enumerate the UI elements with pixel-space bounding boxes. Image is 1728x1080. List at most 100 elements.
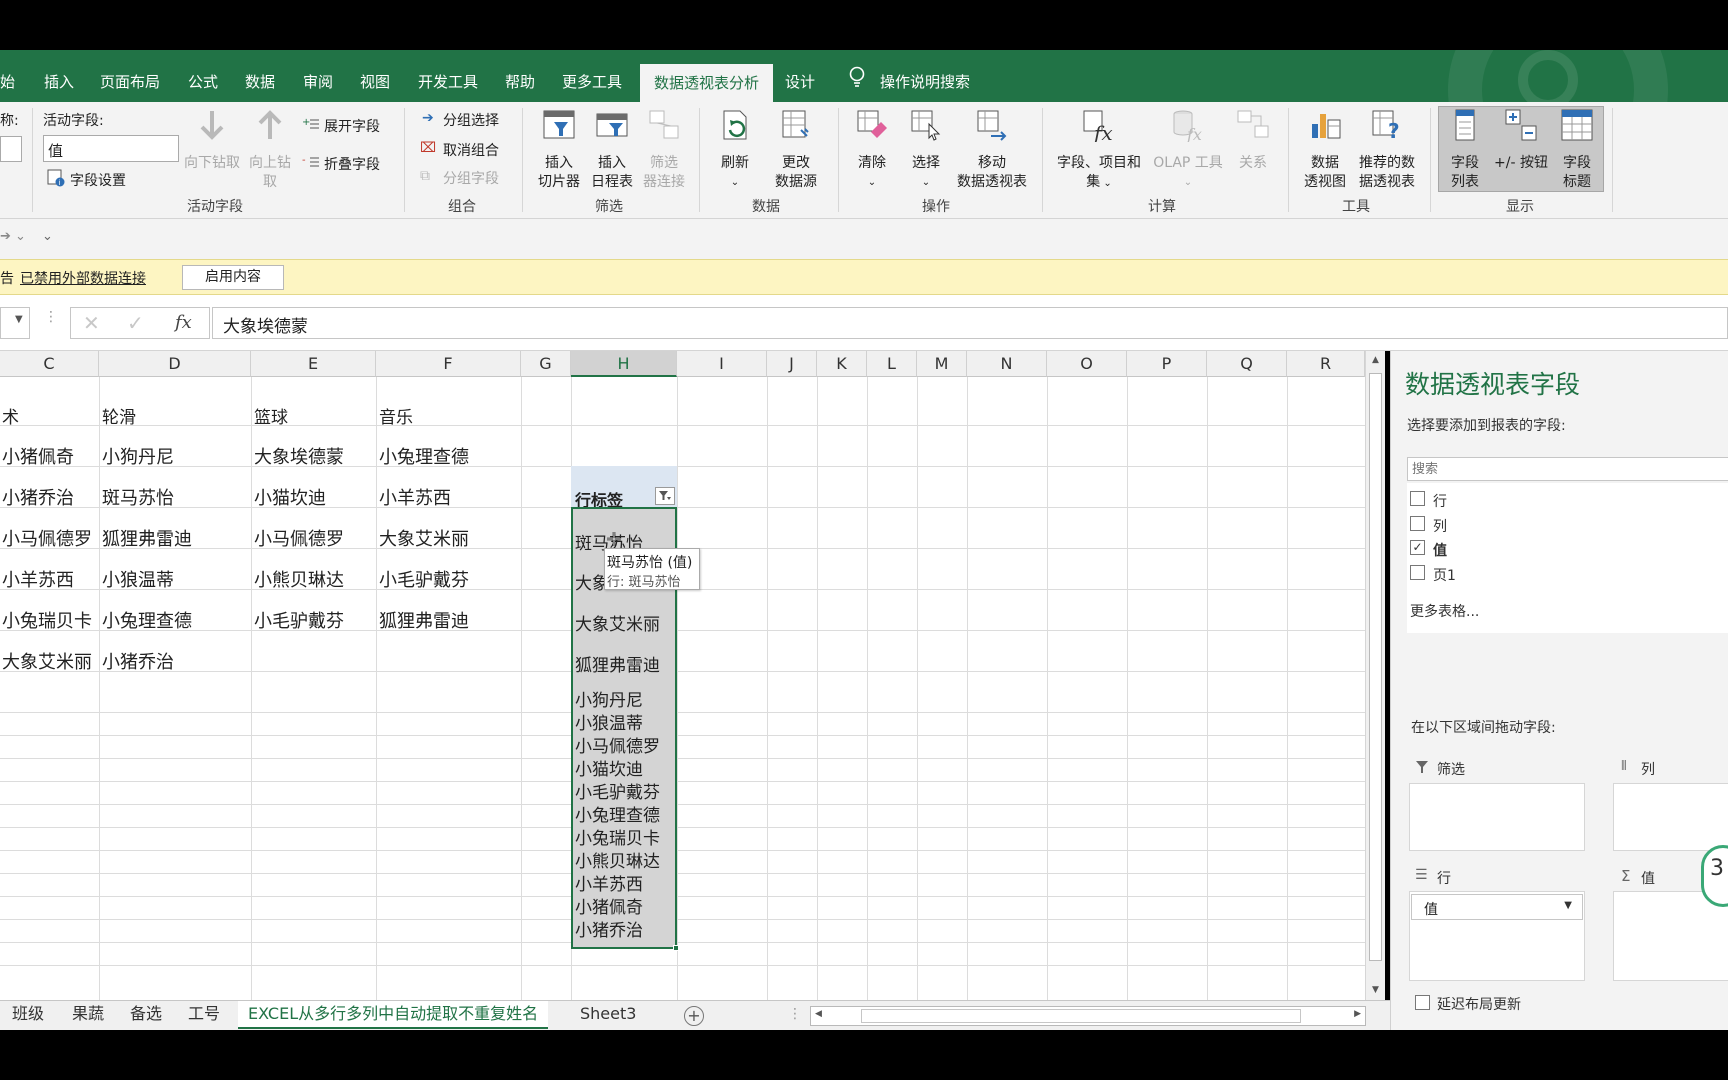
column-header-k[interactable]: K bbox=[817, 351, 867, 377]
tab-pivot-analyze[interactable]: 数据透视表分析 bbox=[640, 64, 774, 102]
table-cell[interactable]: 大象埃德蒙 bbox=[254, 443, 344, 469]
pivot-item[interactable]: 小马佩德罗 bbox=[575, 732, 660, 757]
table-cell[interactable]: 小毛驴戴芬 bbox=[254, 607, 344, 633]
table-cell[interactable]: 小猪乔治 bbox=[2, 484, 74, 510]
table-header-cell[interactable]: 篮球 bbox=[254, 403, 288, 428]
column-header-j[interactable]: J bbox=[767, 351, 817, 377]
field-checkbox-page1[interactable] bbox=[1410, 565, 1425, 580]
field-list-button[interactable]: 字段 列表 bbox=[1440, 108, 1490, 192]
external-data-disabled-link[interactable]: 已禁用外部数据连接 bbox=[20, 268, 146, 288]
enter-icon[interactable]: ✓ bbox=[127, 311, 144, 335]
select-button[interactable]: 选择 ⌄ bbox=[900, 108, 952, 192]
sheet-tab[interactable]: 班级 bbox=[12, 1001, 44, 1029]
tab-more-tools[interactable]: 更多工具 bbox=[562, 50, 622, 102]
table-cell[interactable]: 小狗丹尼 bbox=[102, 443, 174, 469]
pivot-item[interactable]: 大象艾米丽 bbox=[575, 610, 660, 635]
pivot-name-input[interactable] bbox=[0, 136, 22, 162]
name-box-dropdown-icon[interactable]: ▼ bbox=[15, 314, 23, 325]
expand-field-button[interactable]: 展开字段 bbox=[324, 116, 380, 136]
column-header-r[interactable]: R bbox=[1287, 351, 1365, 377]
table-cell[interactable]: 小毛驴戴芬 bbox=[379, 566, 469, 592]
table-cell[interactable]: 大象艾米丽 bbox=[2, 648, 92, 674]
tab-data[interactable]: 数据 bbox=[245, 50, 275, 102]
cancel-icon[interactable]: ✕ bbox=[83, 311, 100, 335]
group-selection-button[interactable]: 分组选择 bbox=[443, 110, 499, 130]
table-cell[interactable]: 小猫坎迪 bbox=[254, 484, 326, 510]
values-area[interactable] bbox=[1613, 891, 1728, 981]
fields-items-sets-button[interactable]: fx 字段、项目和 集 ⌄ bbox=[1050, 108, 1148, 193]
scroll-left-icon[interactable]: ◀ bbox=[815, 1009, 822, 1019]
column-header-f[interactable]: F bbox=[376, 351, 521, 377]
pivot-item[interactable]: 小猪乔治 bbox=[575, 916, 643, 941]
field-search-input[interactable] bbox=[1407, 457, 1728, 481]
table-header-cell[interactable]: 术 bbox=[2, 403, 19, 428]
column-header-h[interactable]: H bbox=[571, 351, 677, 377]
tab-help[interactable]: 帮助 bbox=[505, 50, 535, 102]
pivot-item[interactable]: 小狗丹尼 bbox=[575, 686, 643, 711]
column-header-n[interactable]: N bbox=[967, 351, 1047, 377]
column-header-m[interactable]: M bbox=[917, 351, 967, 377]
olap-tools-button[interactable]: fx OLAP 工具 ⌄ bbox=[1148, 108, 1228, 192]
columns-area[interactable] bbox=[1613, 783, 1728, 851]
redo-icon[interactable]: ➔ ⌄ bbox=[0, 229, 26, 244]
column-header-l[interactable]: L bbox=[867, 351, 917, 377]
pivot-chart-button[interactable]: 数据 透视图 bbox=[1296, 108, 1354, 192]
spreadsheet-grid[interactable]: C D E F G H I J K L M N O P Q R 术 轮滑 篮球 … bbox=[0, 351, 1365, 1003]
pivot-item[interactable]: 小兔理查德 bbox=[575, 801, 660, 826]
tab-view[interactable]: 视图 bbox=[360, 50, 390, 102]
sheet-tab-active[interactable]: EXCEL从多行多列中自动提取不重复姓名 bbox=[238, 1001, 549, 1029]
column-header-p[interactable]: P bbox=[1127, 351, 1207, 377]
more-tables-link[interactable]: 更多表格... bbox=[1410, 601, 1479, 621]
sheet-tab[interactable]: Sheet3 bbox=[580, 1001, 636, 1029]
sheet-tab[interactable]: 工号 bbox=[188, 1001, 220, 1029]
defer-update-checkbox[interactable] bbox=[1415, 995, 1430, 1010]
table-cell[interactable]: 斑马苏怡 bbox=[102, 484, 174, 510]
vertical-scrollbar[interactable]: ▲ ▼ bbox=[1365, 351, 1385, 1003]
tab-home[interactable]: 始 bbox=[0, 50, 15, 102]
column-header-i[interactable]: I bbox=[677, 351, 767, 377]
name-box[interactable]: ▼ bbox=[0, 307, 30, 339]
insert-slicer-button[interactable]: 插入 切片器 bbox=[532, 108, 586, 192]
active-field-input[interactable]: 值 bbox=[43, 135, 179, 162]
ungroup-button[interactable]: 取消组合 bbox=[443, 140, 499, 160]
insert-function-icon[interactable]: fx bbox=[175, 312, 192, 333]
group-field-button[interactable]: 分组字段 bbox=[443, 168, 499, 188]
table-cell[interactable]: 小马佩德罗 bbox=[2, 525, 92, 551]
relationships-button[interactable]: 关系 bbox=[1228, 108, 1278, 173]
sheet-tab[interactable]: 果蔬 bbox=[72, 1001, 104, 1029]
formula-input[interactable]: 大象埃德蒙 bbox=[212, 307, 1728, 339]
field-settings-button[interactable]: 字段设置 bbox=[70, 170, 126, 190]
refresh-button[interactable]: 刷新 ⌄ bbox=[708, 108, 762, 192]
drill-up-button[interactable]: 向上钻 取 bbox=[244, 108, 296, 192]
column-header-g[interactable]: G bbox=[521, 351, 571, 377]
field-checkbox-row[interactable] bbox=[1410, 491, 1425, 506]
tab-formulas[interactable]: 公式 bbox=[188, 50, 218, 102]
tab-review[interactable]: 审阅 bbox=[303, 50, 333, 102]
table-cell[interactable]: 小熊贝琳达 bbox=[254, 566, 344, 592]
column-header-c[interactable]: C bbox=[0, 351, 99, 377]
table-cell[interactable]: 小羊苏西 bbox=[379, 484, 451, 510]
change-data-source-button[interactable]: 更改 数据源 bbox=[762, 108, 830, 192]
filter-connections-button[interactable]: 筛选 器连接 bbox=[638, 108, 690, 192]
scroll-thumb[interactable] bbox=[1369, 373, 1382, 961]
clear-button[interactable]: 清除 ⌄ bbox=[846, 108, 898, 192]
add-sheet-button[interactable]: + bbox=[684, 1006, 704, 1026]
table-cell[interactable]: 狐狸弗雷迪 bbox=[379, 607, 469, 633]
table-cell[interactable]: 小猪佩奇 bbox=[2, 443, 74, 469]
chevron-down-icon[interactable]: ▼ bbox=[1564, 900, 1572, 911]
scroll-right-icon[interactable]: ▶ bbox=[1354, 1009, 1361, 1019]
table-cell[interactable]: 小羊苏西 bbox=[2, 566, 74, 592]
sheet-tab[interactable]: 备选 bbox=[130, 1001, 162, 1029]
recommended-pivot-button[interactable]: ? 推荐的数 据透视表 bbox=[1354, 108, 1420, 192]
table-header-cell[interactable]: 音乐 bbox=[379, 403, 413, 428]
collapse-field-button[interactable]: 折叠字段 bbox=[324, 154, 380, 174]
pivot-filter-dropdown[interactable] bbox=[655, 487, 675, 505]
column-header-q[interactable]: Q bbox=[1207, 351, 1287, 377]
enable-content-button[interactable]: 启用内容 bbox=[182, 265, 284, 290]
tab-page-layout[interactable]: 页面布局 bbox=[100, 50, 160, 102]
horizontal-scrollbar[interactable]: ◀ ▶ bbox=[810, 1006, 1366, 1026]
pivot-item[interactable]: 小兔瑞贝卡 bbox=[575, 824, 660, 849]
pivot-item[interactable]: 小狼温蒂 bbox=[575, 709, 643, 734]
field-checkbox-column[interactable] bbox=[1410, 516, 1425, 531]
scroll-down-icon[interactable]: ▼ bbox=[1368, 985, 1383, 999]
